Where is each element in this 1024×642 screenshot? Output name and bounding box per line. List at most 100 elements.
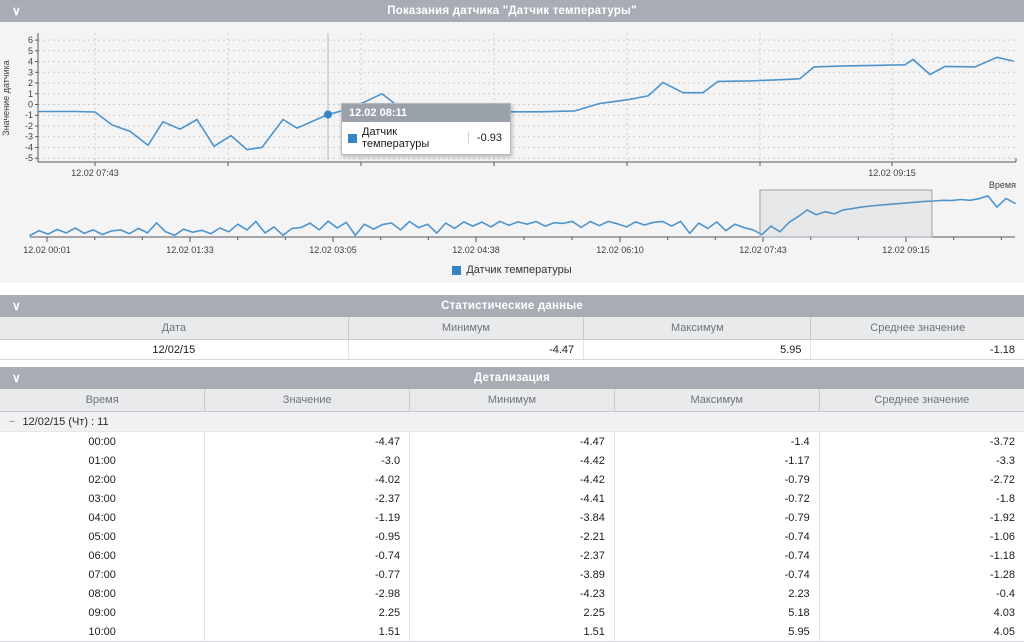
- time-cell: 05:00: [0, 527, 205, 546]
- value-cell: -0.74: [614, 546, 819, 565]
- value-cell: -4.42: [410, 451, 615, 470]
- series-color-swatch-icon: [348, 134, 357, 143]
- detail-row: 07:00-0.77-3.89-0.74-1.28: [0, 565, 1024, 584]
- sensor-line-chart[interactable]: 6543210-1-2-3-4-5Значение датчика12.02 0…: [0, 22, 1024, 283]
- time-cell: 03:00: [0, 489, 205, 508]
- time-cell: 02:00: [0, 470, 205, 489]
- x-tick-label: 12.02 09:15: [868, 168, 916, 178]
- value-cell: -0.74: [614, 565, 819, 584]
- legend-series-label: Датчик температуры: [466, 264, 571, 276]
- y-tick-label: -1: [25, 110, 33, 120]
- stat-value-cell: -4.47: [348, 340, 584, 360]
- date-cell: 12/02/15: [0, 340, 348, 360]
- value-cell: 4.03: [819, 603, 1024, 622]
- y-tick-label: -2: [25, 121, 33, 131]
- column-header-max: Максимум: [584, 317, 811, 340]
- group-label: 12/02/15 (Чт) : 11: [22, 416, 108, 428]
- value-cell: -4.47: [205, 432, 410, 452]
- value-cell: -0.74: [205, 546, 410, 565]
- value-cell: -0.72: [614, 489, 819, 508]
- detail-row: 06:00-0.74-2.37-0.74-1.18: [0, 546, 1024, 565]
- collapse-chevron-icon[interactable]: ∨: [12, 301, 21, 311]
- collapse-chevron-icon[interactable]: ∨: [12, 373, 21, 383]
- column-header-min: Минимум: [348, 317, 584, 340]
- value-cell: -0.95: [205, 527, 410, 546]
- detail-row: 08:00-2.98-4.232.23-0.4: [0, 584, 1024, 603]
- value-cell: -1.8: [819, 489, 1024, 508]
- chart-legend[interactable]: Датчик температуры: [0, 264, 1024, 276]
- time-cell: 00:00: [0, 432, 205, 452]
- value-cell: -0.79: [614, 508, 819, 527]
- value-cell: 5.18: [614, 603, 819, 622]
- y-tick-label: 3: [28, 67, 33, 77]
- column-header-date: Дата: [0, 317, 348, 340]
- time-cell: 06:00: [0, 546, 205, 565]
- detail-panel-header: ∨ Детализация: [0, 367, 1024, 389]
- y-tick-label: 1: [28, 89, 33, 99]
- navigator-tick-label: 12.02 04:38: [452, 245, 500, 255]
- time-cell: 01:00: [0, 451, 205, 470]
- statistics-panel-title: Статистические данные: [0, 300, 1024, 312]
- statistics-row: 12/02/15-4.475.95-1.18: [0, 340, 1024, 360]
- statistics-panel-header: ∨ Статистические данные: [0, 295, 1024, 317]
- y-tick-label: -3: [25, 132, 33, 142]
- value-cell: -1.19: [205, 508, 410, 527]
- stat-value-cell: -1.18: [811, 340, 1024, 360]
- y-axis-title: Значение датчика: [1, 60, 11, 135]
- value-cell: -2.21: [410, 527, 615, 546]
- value-cell: -1.06: [819, 527, 1024, 546]
- column-header-value: Значение: [205, 389, 410, 412]
- tooltip-time: 12.02 08:11: [342, 104, 510, 122]
- value-cell: 2.23: [614, 584, 819, 603]
- navigator-tick-label: 12.02 09:15: [882, 245, 930, 255]
- statistics-table: Дата Минимум Максимум Среднее значение 1…: [0, 317, 1024, 359]
- navigator-tick-label: 12.02 07:43: [739, 245, 787, 255]
- value-cell: -2.37: [205, 489, 410, 508]
- y-tick-label: 4: [28, 57, 33, 67]
- collapse-chevron-icon[interactable]: ∨: [12, 6, 21, 16]
- y-tick-label: 0: [28, 100, 33, 110]
- x-axis-title: Время: [989, 180, 1016, 190]
- value-cell: -2.72: [819, 470, 1024, 489]
- tooltip-series-label: Датчик температуры: [362, 126, 463, 150]
- detail-table: Время Значение Минимум Максимум Среднее …: [0, 389, 1024, 641]
- detail-row: 02:00-4.02-4.42-0.79-2.72: [0, 470, 1024, 489]
- value-cell: -3.89: [410, 565, 615, 584]
- detail-panel-title: Детализация: [0, 372, 1024, 384]
- column-header-time: Время: [0, 389, 205, 412]
- detail-row: 05:00-0.95-2.21-0.74-1.06: [0, 527, 1024, 546]
- statistics-header-row: Дата Минимум Максимум Среднее значение: [0, 317, 1024, 340]
- legend-color-swatch-icon: [452, 266, 461, 275]
- value-cell: -0.79: [614, 470, 819, 489]
- value-cell: -4.42: [410, 470, 615, 489]
- detail-row: 03:00-2.37-4.41-0.72-1.8: [0, 489, 1024, 508]
- y-tick-label: -5: [25, 153, 33, 163]
- statistics-panel: ∨ Статистические данные Дата Минимум Мак…: [0, 295, 1024, 360]
- y-tick-label: 2: [28, 78, 33, 88]
- collapse-group-icon[interactable]: −: [9, 416, 15, 428]
- column-header-max: Максимум: [614, 389, 819, 412]
- value-cell: -0.77: [205, 565, 410, 584]
- value-cell: -4.02: [205, 470, 410, 489]
- group-row[interactable]: −12/02/15 (Чт) : 11: [0, 412, 1024, 432]
- hover-point-marker: [324, 111, 332, 119]
- sensor-chart-panel-title: Показания датчика "Датчик температуры": [0, 5, 1024, 17]
- navigator-tick-label: 12.02 01:33: [166, 245, 214, 255]
- value-cell: -1.18: [819, 546, 1024, 565]
- time-cell: 04:00: [0, 508, 205, 527]
- navigator-selection[interactable]: [760, 190, 932, 237]
- detail-row: 00:00-4.47-4.47-1.4-3.72: [0, 432, 1024, 452]
- value-cell: -4.23: [410, 584, 615, 603]
- sensor-chart-body[interactable]: 6543210-1-2-3-4-5Значение датчика12.02 0…: [0, 22, 1024, 283]
- y-tick-label: -4: [25, 142, 33, 152]
- value-cell: -1.4: [614, 432, 819, 452]
- navigator-tick-label: 12.02 00:01: [23, 245, 71, 255]
- time-cell: 07:00: [0, 565, 205, 584]
- x-tick-label: 12.02 07:43: [71, 168, 119, 178]
- detail-row: 09:002.252.255.184.03: [0, 603, 1024, 622]
- time-cell: 08:00: [0, 584, 205, 603]
- value-cell: -0.74: [614, 527, 819, 546]
- navigator-tick-label: 12.02 06:10: [596, 245, 644, 255]
- detail-row: 01:00-3.0-4.42-1.17-3.3: [0, 451, 1024, 470]
- detail-row: 04:00-1.19-3.84-0.79-1.92: [0, 508, 1024, 527]
